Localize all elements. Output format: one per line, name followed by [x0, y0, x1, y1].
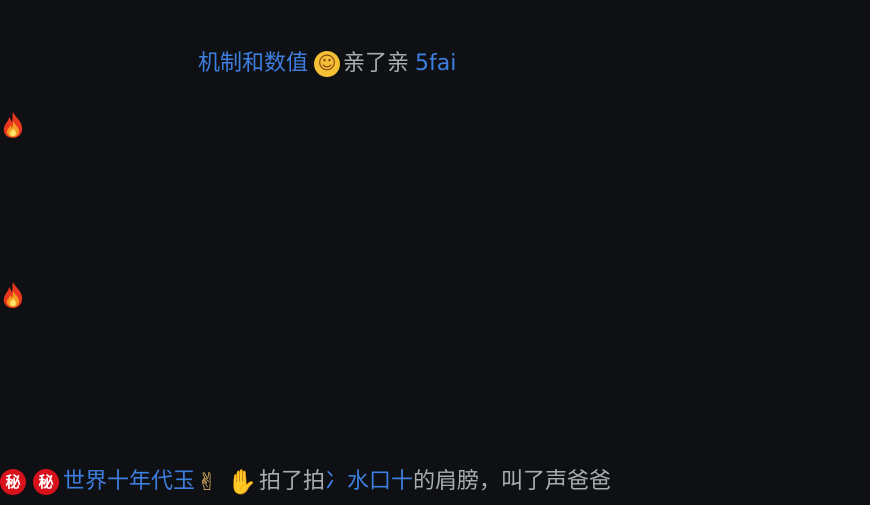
secret-badge-icon: 秘 — [33, 469, 59, 495]
fire-icon — [3, 112, 23, 138]
waving-hand-icon: ✋ — [227, 468, 258, 496]
action-text: 亲了亲 — [343, 51, 410, 76]
system-message-pat: 秘 秘 世界十年代玉 ✌ ✋ 拍了拍 冫水口十 的肩膀，叫了声爸爸 — [0, 467, 611, 497]
suffix-text: 的肩膀，叫了声爸爸 — [413, 469, 612, 494]
victory-hand-icon: ✌ — [197, 468, 218, 496]
username-link[interactable]: 世界十年代玉 — [63, 467, 195, 497]
secret-badge-icon: 秘 — [0, 469, 26, 495]
fire-icon — [3, 282, 23, 308]
system-message-kiss: 机制和数值 ☺ 亲了亲 5fai — [198, 49, 456, 79]
chat-feed: 机制和数值 ☺ 亲了亲 5fai 秘 秘 世界十年代玉 ✌ ✋ 拍了拍 冫水口十… — [0, 0, 870, 505]
target-username-link[interactable]: 冫水口十 — [325, 467, 413, 497]
username-link[interactable]: 机制和数值 — [198, 49, 308, 79]
action-text: 拍了拍 — [259, 469, 326, 494]
kiss-face-icon: ☺ — [314, 51, 341, 77]
target-username-link[interactable]: 5fai — [415, 49, 456, 79]
